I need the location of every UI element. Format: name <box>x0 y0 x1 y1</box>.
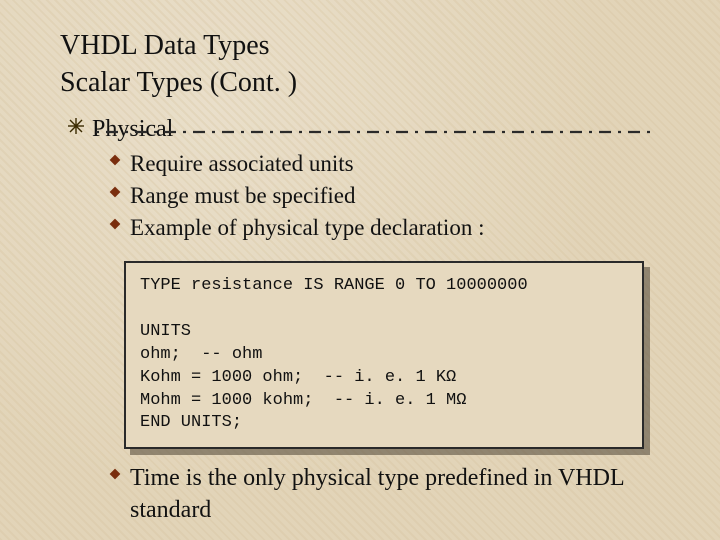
bullet-require-units-label: Require associated units <box>130 149 354 179</box>
bullet-example-declaration-label: Example of physical type declaration : <box>130 213 484 243</box>
diamond-bullet-icon <box>108 217 122 236</box>
page-title-line1: VHDL Data Types <box>60 28 668 63</box>
bullet-require-units: Require associated units <box>108 149 668 179</box>
code-block: TYPE resistance IS RANGE 0 TO 10000000 U… <box>124 261 644 450</box>
code-line-4: Kohm = 1000 ohm; -- i. e. 1 KΩ <box>140 368 456 387</box>
code-line-5: Mohm = 1000 kohm; -- i. e. 1 MΩ <box>140 391 466 410</box>
page-title-line2: Scalar Types (Cont. ) <box>60 65 668 100</box>
dashed-rule <box>96 129 656 135</box>
code-line-2: UNITS <box>140 322 191 341</box>
diamond-bullet-icon <box>108 185 122 204</box>
bullet-example-declaration: Example of physical type declaration : <box>108 213 668 243</box>
bullet-physical: Physical <box>68 114 668 145</box>
diamond-bullet-icon <box>108 153 122 172</box>
bullet-range-specified: Range must be specified <box>108 181 668 211</box>
bullet-range-specified-label: Range must be specified <box>130 181 355 211</box>
slide-root: VHDL Data Types Scalar Types (Cont. ) Ph… <box>0 0 720 540</box>
code-block-content: TYPE resistance IS RANGE 0 TO 10000000 U… <box>124 261 644 450</box>
bullet-physical-label: Physical <box>92 114 173 145</box>
code-line-1: TYPE resistance IS RANGE 0 TO 10000000 <box>140 276 528 295</box>
diamond-bullet-icon <box>108 467 122 486</box>
bullet-time-predefined-label: Time is the only physical type predefine… <box>130 463 668 525</box>
bullet-time-predefined: Time is the only physical type predefine… <box>108 463 668 525</box>
code-line-6: END UNITS; <box>140 413 242 432</box>
cross-stitch-icon <box>68 118 84 139</box>
code-line-3: ohm; -- ohm <box>140 345 262 364</box>
